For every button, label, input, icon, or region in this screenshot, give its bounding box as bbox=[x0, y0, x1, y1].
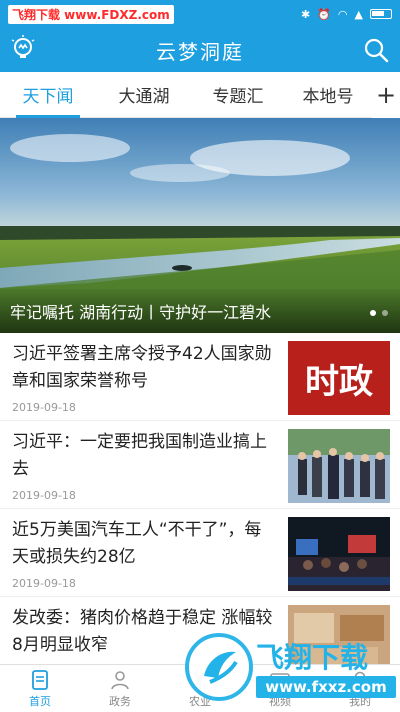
banner-caption: 牢记嘱托 湖南行动丨守护好一江碧水 bbox=[0, 289, 400, 333]
tab-datonghu[interactable]: 大通湖 bbox=[96, 72, 192, 118]
channel-tabs: 天下闻 大通湖 专题汇 本地号 + bbox=[0, 72, 400, 118]
news-thumbnail: 时政 bbox=[288, 341, 390, 415]
news-title: 习近平：一定要把我国制造业搞上去 bbox=[12, 432, 267, 479]
status-icons: ✱ ⏰ ◠ ▲ bbox=[301, 8, 392, 21]
signal-icon: ▲ bbox=[354, 7, 363, 21]
news-item[interactable]: 近5万美国汽车工人“不干了”，每天或损失约28亿 2019-09-18 bbox=[0, 509, 400, 597]
nav-home[interactable]: 首页 bbox=[0, 665, 80, 712]
news-title: 习近平签署主席令授予42人国家勋章和国家荣誉称号 bbox=[12, 344, 272, 391]
government-icon bbox=[111, 671, 129, 690]
carousel-dot bbox=[382, 310, 388, 316]
carousel-indicator bbox=[370, 310, 388, 316]
news-thumbnail bbox=[288, 429, 390, 503]
tab-tianxiawen[interactable]: 天下闻 bbox=[0, 72, 96, 118]
battery-icon bbox=[370, 9, 392, 19]
news-item[interactable]: 习近平签署主席令授予42人国家勋章和国家荣誉称号 2019-09-18 时政 bbox=[0, 333, 400, 421]
nav-government[interactable]: 政务 bbox=[80, 665, 160, 712]
status-bar: 飞翔下载 www.FDXZ.com ✱ ⏰ ◠ ▲ bbox=[0, 0, 400, 28]
news-thumbnail bbox=[288, 517, 390, 591]
banner-caption-text: 牢记嘱托 湖南行动丨守护好一江碧水 bbox=[10, 303, 272, 322]
alarm-icon: ⏰ bbox=[317, 7, 331, 21]
watermark-top: 飞翔下载 www.FDXZ.com bbox=[8, 4, 174, 24]
watermark-brand: 飞翔下载 bbox=[256, 641, 369, 674]
thumbnail-label: 时政 bbox=[305, 361, 373, 402]
nav-label: 政务 bbox=[109, 695, 131, 708]
news-title: 近5万美国汽车工人“不干了”，每天或损失约28亿 bbox=[12, 520, 262, 567]
home-icon bbox=[32, 670, 48, 690]
logo-icon bbox=[11, 35, 35, 58]
app-title: 云梦洞庭 bbox=[156, 39, 244, 64]
tab-zhuantihui[interactable]: 专题汇 bbox=[192, 72, 284, 118]
add-channel-button[interactable]: + bbox=[372, 72, 400, 118]
watermark-overlay: 飞翔下载 www.fxxz.com bbox=[184, 630, 400, 712]
news-date: 2019-09-18 bbox=[12, 489, 76, 502]
nav-label: 首页 bbox=[29, 695, 51, 708]
banner-carousel[interactable]: 牢记嘱托 湖南行动丨守护好一江碧水 bbox=[0, 118, 400, 333]
app-root: 飞翔下载 www.FDXZ.com ✱ ⏰ ◠ ▲ 云梦洞庭 天下闻 大通湖 专… bbox=[0, 0, 400, 712]
watermark-url: www.fxxz.com bbox=[256, 676, 396, 698]
watermark-logo-icon bbox=[185, 633, 253, 701]
news-date: 2019-09-18 bbox=[12, 401, 76, 414]
news-date: 2019-09-18 bbox=[12, 577, 76, 590]
wifi-icon: ◠ bbox=[337, 7, 348, 21]
bluetooth-icon: ✱ bbox=[301, 7, 311, 21]
tab-bendihao[interactable]: 本地号 bbox=[284, 72, 372, 118]
app-bar: 云梦洞庭 bbox=[0, 28, 400, 72]
news-item[interactable]: 习近平：一定要把我国制造业搞上去 2019-09-18 bbox=[0, 421, 400, 509]
carousel-dot bbox=[370, 310, 376, 316]
search-icon[interactable] bbox=[362, 36, 390, 64]
